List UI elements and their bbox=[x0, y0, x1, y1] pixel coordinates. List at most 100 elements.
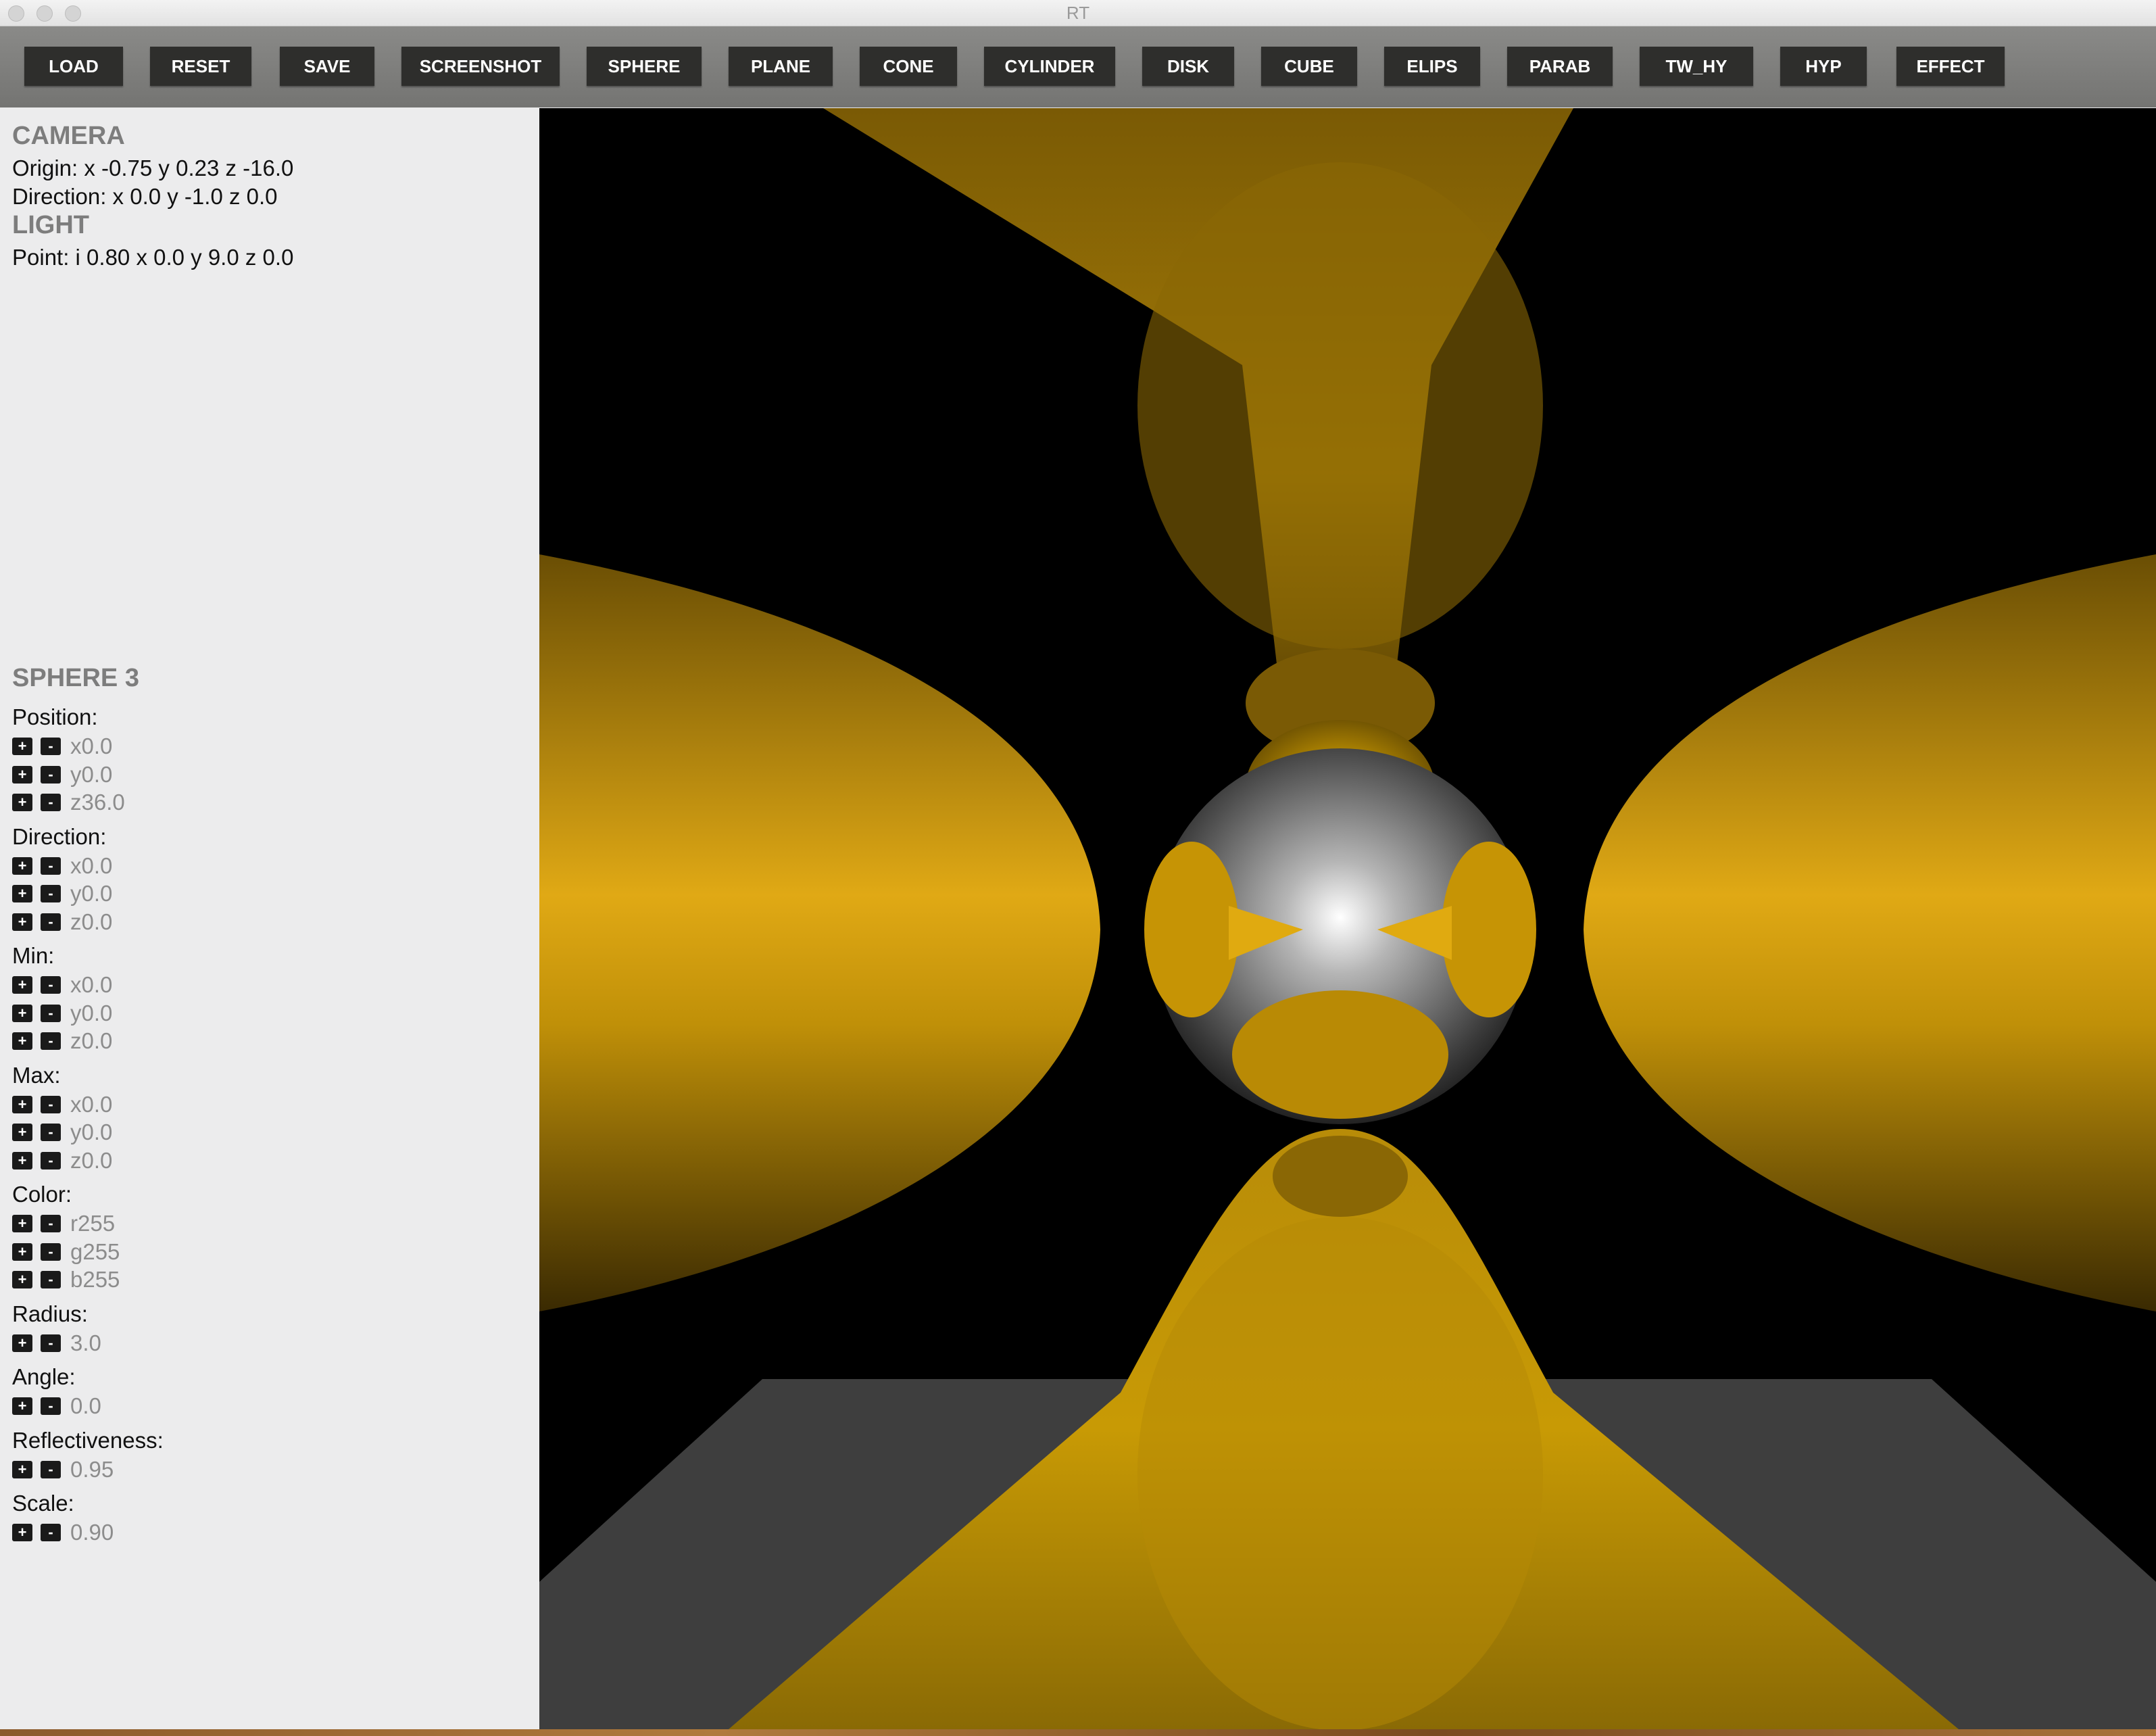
increment-button[interactable]: + bbox=[12, 794, 32, 811]
decrement-button[interactable]: - bbox=[41, 1032, 61, 1050]
decrement-button[interactable]: - bbox=[41, 1124, 61, 1141]
desktop-background-strip bbox=[0, 1729, 2156, 1736]
load-button[interactable]: LOAD bbox=[24, 47, 123, 86]
increment-button[interactable]: + bbox=[12, 1095, 32, 1113]
property-value: r255 bbox=[70, 1211, 116, 1236]
increment-button[interactable]: + bbox=[12, 857, 32, 875]
elips-button[interactable]: ELIPS bbox=[1384, 47, 1480, 86]
camera-direction: Direction: x 0.0 y -1.0 z 0.0 bbox=[12, 184, 278, 209]
disk-button[interactable]: DISK bbox=[1142, 47, 1234, 86]
property-row: + - z0.0 bbox=[12, 1147, 112, 1174]
cylinder-button[interactable]: CYLINDER bbox=[984, 47, 1115, 86]
render-viewport[interactable] bbox=[539, 108, 2156, 1729]
decrement-button[interactable]: - bbox=[41, 738, 61, 755]
property-label: Min: bbox=[12, 943, 55, 968]
property-value: z0.0 bbox=[70, 909, 113, 934]
reset-button[interactable]: RESET bbox=[150, 47, 251, 86]
property-label: Angle: bbox=[12, 1364, 76, 1389]
effect-button[interactable]: EFFECT bbox=[1896, 47, 2005, 86]
decrement-button[interactable]: - bbox=[41, 857, 61, 875]
decrement-button[interactable]: - bbox=[41, 1151, 61, 1170]
increment-button[interactable]: + bbox=[12, 1032, 32, 1050]
decrement-button[interactable]: - bbox=[41, 1095, 61, 1113]
property-value: 0.90 bbox=[70, 1520, 114, 1545]
property-label: Reflectiveness: bbox=[12, 1427, 164, 1453]
increment-button[interactable]: + bbox=[12, 1243, 32, 1261]
property-value: x0.0 bbox=[70, 733, 113, 758]
property-value: z36.0 bbox=[70, 790, 125, 815]
increment-button[interactable]: + bbox=[12, 1004, 32, 1022]
cube-button[interactable]: CUBE bbox=[1261, 47, 1357, 86]
increment-button[interactable]: + bbox=[12, 1124, 32, 1141]
property-label: Position: bbox=[12, 704, 98, 729]
property-row: + - z0.0 bbox=[12, 1028, 112, 1055]
increment-button[interactable]: + bbox=[12, 1151, 32, 1170]
decrement-button[interactable]: - bbox=[41, 1460, 61, 1478]
property-row: + - y0.0 bbox=[12, 1000, 112, 1027]
bottom-cone-reflection bbox=[1137, 1217, 1543, 1729]
decrement-button[interactable]: - bbox=[41, 885, 61, 902]
light-point: Point: i 0.80 x 0.0 y 9.0 z 0.0 bbox=[12, 245, 294, 270]
decrement-button[interactable]: - bbox=[41, 1334, 61, 1352]
property-row: + - y0.0 bbox=[12, 1119, 112, 1146]
decrement-button[interactable]: - bbox=[41, 913, 61, 931]
property-value: y0.0 bbox=[70, 1000, 113, 1026]
decrement-button[interactable]: - bbox=[41, 1524, 61, 1541]
property-row: + - x0.0 bbox=[12, 852, 112, 879]
raytraced-scene bbox=[539, 108, 2156, 1729]
sphere-button[interactable]: SPHERE bbox=[587, 47, 702, 86]
window-title: RT bbox=[1066, 3, 1090, 23]
increment-button[interactable]: + bbox=[12, 1524, 32, 1541]
increment-button[interactable]: + bbox=[12, 885, 32, 902]
increment-button[interactable]: + bbox=[12, 738, 32, 755]
toolbar: LOAD RESET SAVE SCREENSHOT SPHERE PLANE … bbox=[0, 26, 2156, 107]
property-row: + - r255 bbox=[12, 1210, 115, 1237]
property-value: y0.0 bbox=[70, 761, 113, 787]
property-label: Direction: bbox=[12, 823, 107, 849]
increment-button[interactable]: + bbox=[12, 1334, 32, 1352]
increment-button[interactable]: + bbox=[12, 1271, 32, 1288]
property-label: Max: bbox=[12, 1062, 61, 1088]
light-heading: LIGHT bbox=[12, 211, 89, 239]
decrement-button[interactable]: - bbox=[41, 794, 61, 811]
screenshot-button[interactable]: SCREENSHOT bbox=[401, 47, 560, 86]
decrement-button[interactable]: - bbox=[41, 1004, 61, 1022]
property-row: + - z36.0 bbox=[12, 789, 125, 816]
decrement-button[interactable]: - bbox=[41, 765, 61, 783]
cone-button[interactable]: CONE bbox=[860, 47, 957, 86]
save-button[interactable]: SAVE bbox=[280, 47, 374, 86]
property-label: Radius: bbox=[12, 1301, 88, 1326]
increment-button[interactable]: + bbox=[12, 976, 32, 994]
property-value: z0.0 bbox=[70, 1147, 113, 1173]
camera-heading: CAMERA bbox=[12, 122, 125, 150]
camera-origin: Origin: x -0.75 y 0.23 z -16.0 bbox=[12, 155, 294, 180]
increment-button[interactable]: + bbox=[12, 1397, 32, 1415]
property-value: b255 bbox=[70, 1267, 120, 1292]
property-value: g255 bbox=[70, 1238, 120, 1264]
property-value: x0.0 bbox=[70, 972, 113, 997]
tw-hy-button[interactable]: TW_HY bbox=[1640, 47, 1753, 86]
property-row: + -0.0 bbox=[12, 1393, 101, 1420]
property-value: 0.0 bbox=[70, 1393, 101, 1418]
increment-button[interactable]: + bbox=[12, 913, 32, 931]
property-row: + - y0.0 bbox=[12, 880, 112, 907]
plane-button[interactable]: PLANE bbox=[729, 47, 833, 86]
property-row: + - x0.0 bbox=[12, 733, 112, 760]
increment-button[interactable]: + bbox=[12, 765, 32, 783]
decrement-button[interactable]: - bbox=[41, 976, 61, 994]
property-value: y0.0 bbox=[70, 1119, 113, 1144]
property-value: z0.0 bbox=[70, 1028, 113, 1053]
object-heading: SPHERE 3 bbox=[12, 664, 139, 692]
increment-button[interactable]: + bbox=[12, 1215, 32, 1232]
sphere-reflection-bottom bbox=[1232, 990, 1448, 1119]
hyp-button[interactable]: HYP bbox=[1780, 47, 1867, 86]
increment-button[interactable]: + bbox=[12, 1460, 32, 1478]
decrement-button[interactable]: - bbox=[41, 1397, 61, 1415]
decrement-button[interactable]: - bbox=[41, 1243, 61, 1261]
decrement-button[interactable]: - bbox=[41, 1215, 61, 1232]
parab-button[interactable]: PARAB bbox=[1507, 47, 1613, 86]
sphere-reflection-left bbox=[1144, 842, 1239, 1017]
property-row: + - y0.0 bbox=[12, 761, 112, 788]
title-bar: RT bbox=[0, 0, 2156, 26]
decrement-button[interactable]: - bbox=[41, 1271, 61, 1288]
